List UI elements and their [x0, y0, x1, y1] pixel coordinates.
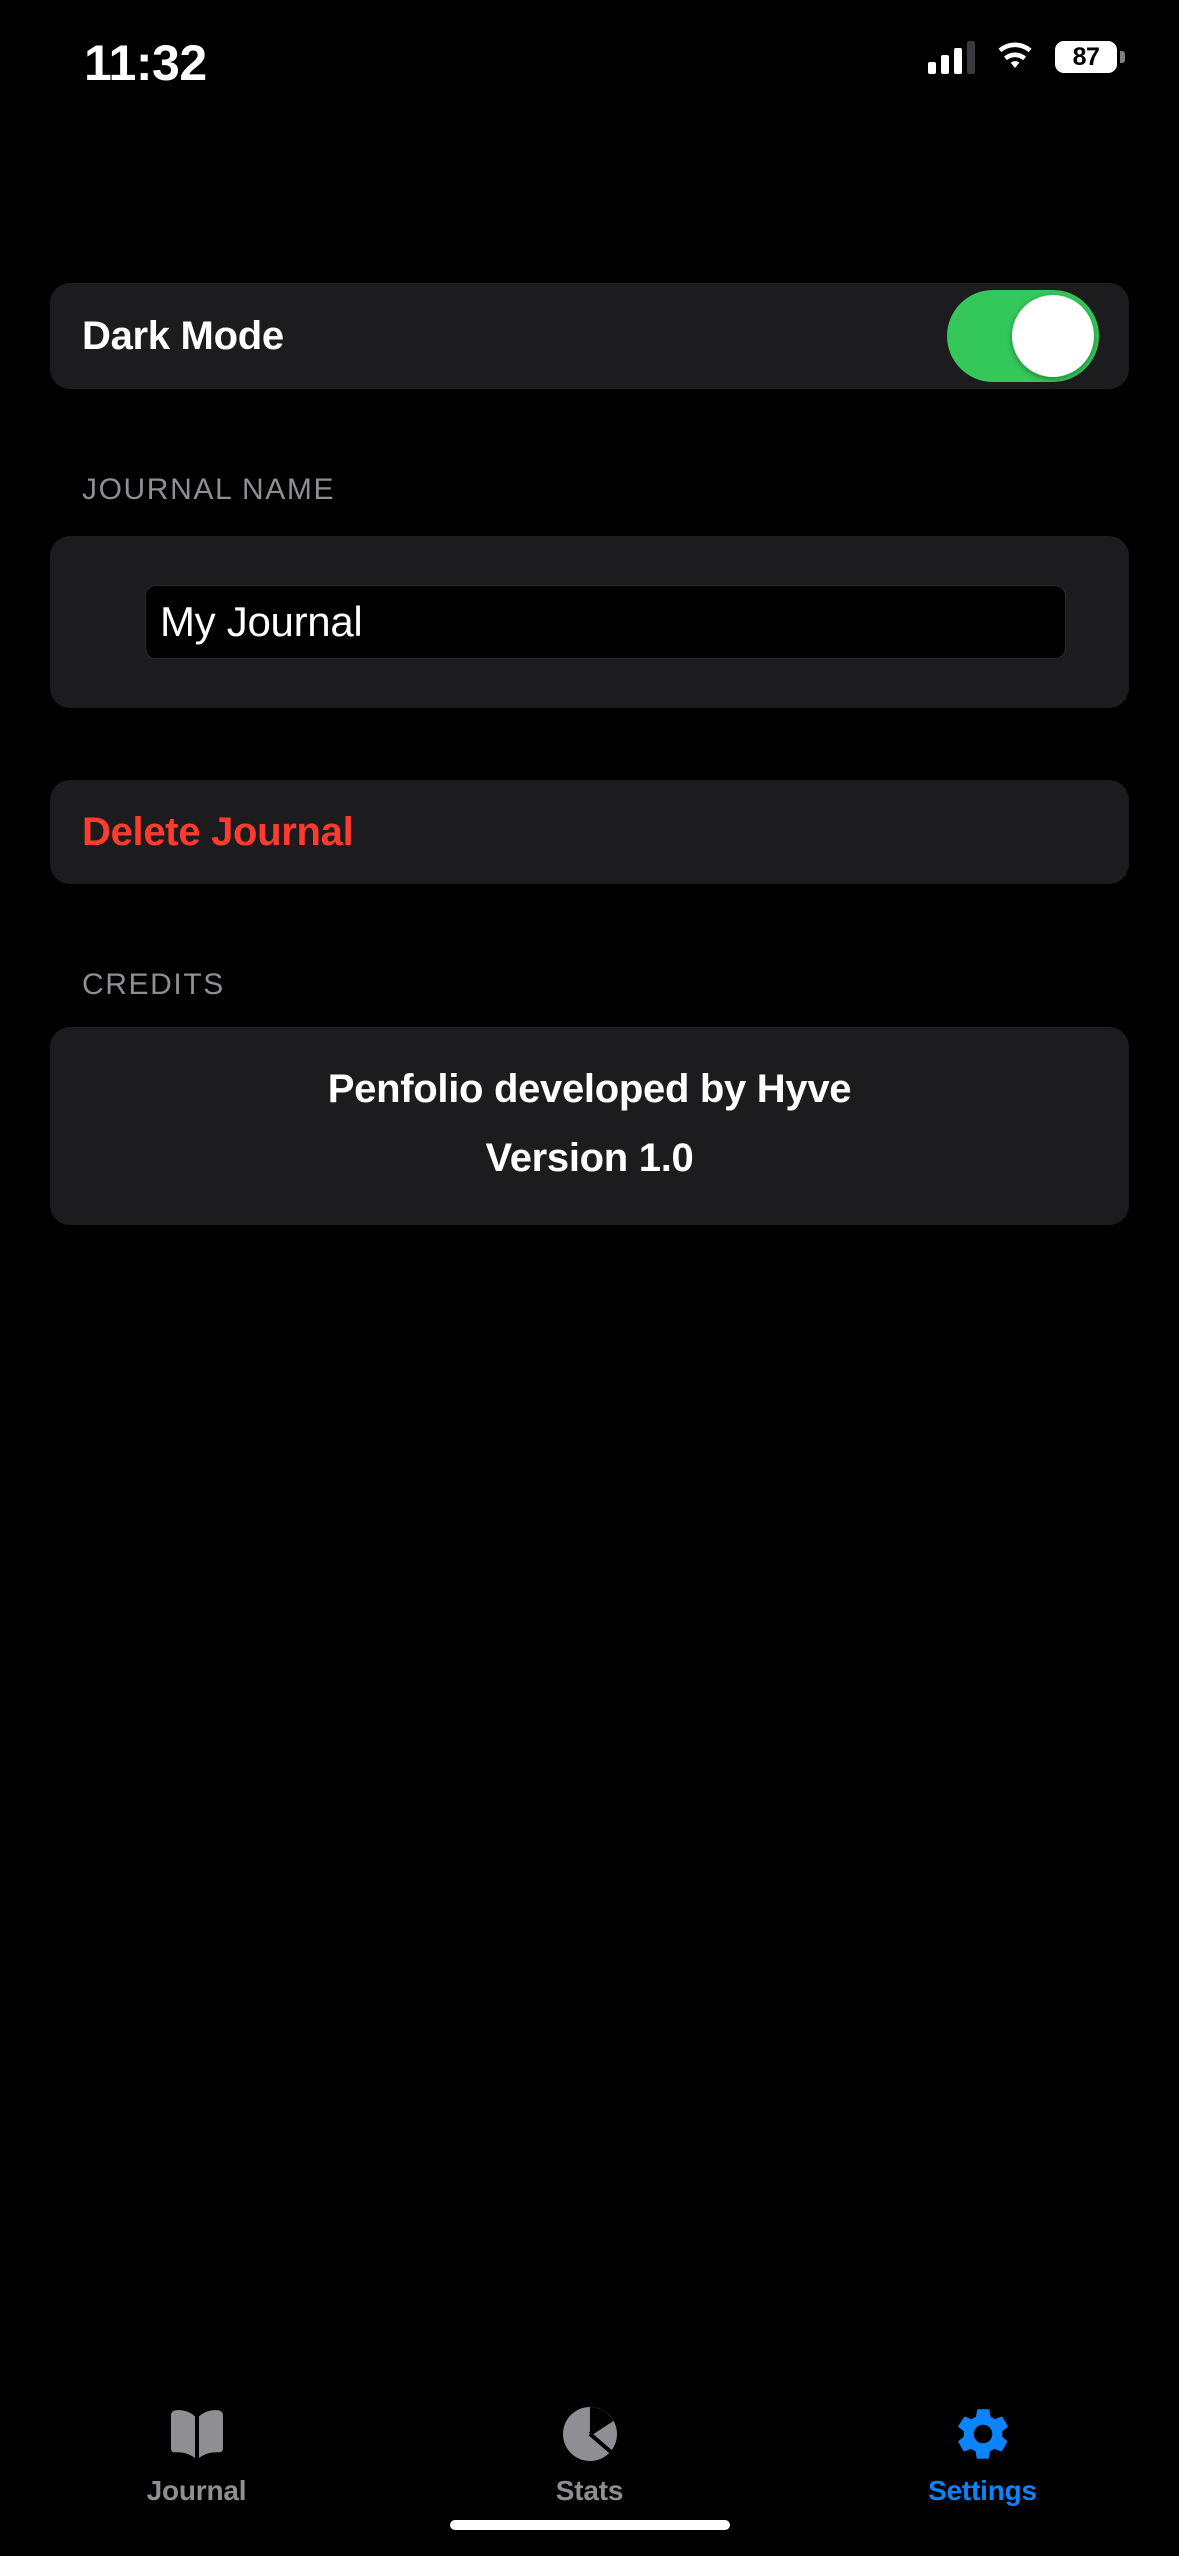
status-bar: 11:32 87: [0, 0, 1179, 150]
tab-settings[interactable]: Settings: [786, 2403, 1179, 2507]
pie-chart-icon: [559, 2403, 621, 2465]
dark-mode-toggle[interactable]: [947, 290, 1099, 382]
dark-mode-row[interactable]: Dark Mode: [50, 283, 1129, 389]
book-icon: [166, 2403, 228, 2465]
tab-journal-label: Journal: [146, 2475, 247, 2506]
credits-line-version: Version 1.0: [485, 1136, 694, 1180]
cellular-bars-icon: [928, 40, 975, 74]
journal-name-section-label: JOURNAL NAME: [82, 473, 336, 506]
dark-mode-label: Dark Mode: [82, 313, 284, 358]
status-bar-indicators: 87: [928, 40, 1125, 74]
settings-content: Dark Mode JOURNAL NAME My Journal Delete…: [0, 150, 1179, 2381]
journal-name-input[interactable]: My Journal: [145, 585, 1066, 659]
tab-stats-label: Stats: [555, 2475, 624, 2506]
tab-stats[interactable]: Stats: [393, 2403, 786, 2507]
journal-name-card: My Journal: [50, 536, 1129, 708]
credits-section-label: CREDITS: [82, 968, 225, 1001]
credits-line-developer: Penfolio developed by Hyve: [327, 1067, 852, 1111]
settings-screen: 11:32 87 Dark Mode JOURNAL NAME My Journ…: [0, 0, 1179, 2556]
battery-percent-label: 87: [1072, 42, 1100, 71]
home-indicator: [449, 2520, 730, 2530]
status-bar-time: 11:32: [84, 35, 207, 91]
tab-settings-label: Settings: [928, 2475, 1037, 2506]
journal-name-value: My Journal: [160, 598, 363, 645]
tab-journal[interactable]: Journal: [0, 2403, 393, 2507]
credits-card: Penfolio developed by Hyve Version 1.0: [50, 1027, 1129, 1225]
battery-icon: 87: [1055, 41, 1125, 73]
toggle-knob: [1012, 295, 1094, 377]
delete-journal-label: Delete Journal: [82, 809, 354, 854]
gear-icon: [952, 2403, 1014, 2465]
wifi-icon: [998, 42, 1032, 68]
delete-journal-button[interactable]: Delete Journal: [50, 780, 1129, 884]
